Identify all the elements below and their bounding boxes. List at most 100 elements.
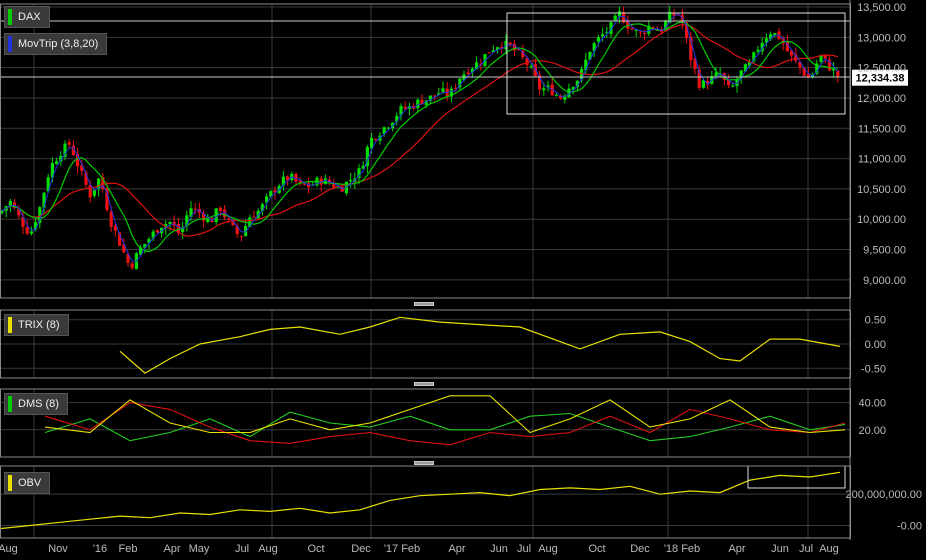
x-tick-label: Jul bbox=[799, 543, 813, 555]
dms-line-1 bbox=[44, 402, 846, 446]
x-tick-label: Apr bbox=[163, 543, 180, 555]
candle-body bbox=[617, 11, 621, 17]
x-tick-label: Dec bbox=[630, 543, 650, 555]
candle-body bbox=[714, 72, 718, 77]
candle-body bbox=[29, 231, 33, 234]
price-tick-label: 10,500.00 bbox=[857, 184, 906, 196]
candle-body bbox=[638, 31, 642, 33]
trix-color-swatch bbox=[8, 317, 12, 333]
candle-body bbox=[596, 37, 600, 42]
price-tick-label: 9,000.00 bbox=[863, 275, 906, 287]
price-tick-label: 12,000.00 bbox=[857, 93, 906, 105]
x-tick-label: Apr bbox=[448, 543, 465, 555]
x-tick-label: Dec bbox=[351, 543, 371, 555]
obv-tick-label: 200,000,000.00 bbox=[846, 489, 922, 501]
x-tick-label: Aug bbox=[538, 543, 558, 555]
x-tick-label: Apr bbox=[728, 543, 745, 555]
chart-area: 12,334.38 Aug Nov '16 Feb Apr May Jul Aug Oct Dec… bbox=[0, 0, 922, 555]
candle-body bbox=[349, 179, 353, 182]
price-tick-label: 11,500.00 bbox=[858, 123, 906, 135]
candle-body bbox=[630, 28, 634, 30]
trix-panel bbox=[119, 316, 841, 374]
price-tick-label: 11,000.00 bbox=[858, 154, 906, 166]
dms-tick-label: 40.00 bbox=[858, 398, 886, 410]
candle-body bbox=[155, 230, 159, 233]
x-tick-label: '16 bbox=[93, 543, 107, 555]
candle-body bbox=[206, 218, 210, 223]
x-tick-label: Aug bbox=[258, 543, 278, 555]
dms-line-0 bbox=[44, 411, 846, 442]
candle-body bbox=[416, 99, 420, 108]
obv-color-swatch bbox=[8, 475, 12, 491]
trix-line bbox=[119, 316, 841, 374]
trix-legend[interactable]: TRIX (8) bbox=[4, 314, 69, 336]
dms-legend-label: DMS (8) bbox=[18, 398, 59, 410]
candle-body bbox=[441, 88, 445, 93]
selection-box[interactable] bbox=[506, 12, 846, 115]
x-tick-label: Jun bbox=[771, 543, 789, 555]
price-panel: 12,334.38 bbox=[0, 5, 908, 271]
panel-frame bbox=[0, 388, 851, 458]
panel-frames bbox=[0, 0, 851, 540]
candle-body bbox=[554, 94, 558, 96]
dms-legend[interactable]: DMS (8) bbox=[4, 393, 68, 415]
price-tick-label: 13,500.00 bbox=[857, 2, 906, 14]
x-tick-label: '18 Feb bbox=[664, 543, 700, 555]
overlay-legend[interactable]: MovTrip (3,8,20) bbox=[4, 33, 108, 55]
obv-tick-label: -0.00 bbox=[897, 520, 922, 532]
candle-body bbox=[643, 32, 647, 34]
x-tick-label: Jun bbox=[490, 543, 508, 555]
candle-body bbox=[756, 49, 760, 52]
candle-body bbox=[731, 85, 735, 87]
candle-body bbox=[370, 138, 374, 149]
overlay-legend-label: MovTrip (3,8,20) bbox=[18, 38, 99, 50]
price-legend[interactable]: DAX bbox=[4, 6, 50, 28]
x-tick-label: Feb bbox=[119, 543, 138, 555]
trix-tick-label: 0.00 bbox=[865, 339, 886, 351]
dms-tick-label: 20.00 bbox=[858, 425, 886, 437]
price-tick-label: 9,500.00 bbox=[863, 245, 906, 257]
candle-body bbox=[487, 52, 491, 54]
candle-body bbox=[466, 72, 470, 75]
x-tick-label: Nov bbox=[48, 543, 68, 555]
candle-body bbox=[529, 65, 533, 67]
x-tick-label: '17 Feb bbox=[384, 543, 420, 555]
obv-line bbox=[0, 471, 841, 530]
price-legend-label: DAX bbox=[18, 11, 41, 23]
panel-frame bbox=[0, 465, 851, 539]
x-tick-label: Oct bbox=[307, 543, 324, 555]
trix-tick-label: -0.50 bbox=[861, 363, 886, 375]
trix-tick-label: 0.50 bbox=[865, 315, 886, 327]
x-tick-label: Jul bbox=[235, 543, 249, 555]
candle-body bbox=[294, 173, 298, 182]
dms-color-swatch bbox=[8, 396, 12, 412]
candle-body bbox=[88, 185, 92, 198]
obv-legend-label: OBV bbox=[18, 477, 42, 489]
candle-body bbox=[218, 207, 222, 211]
fast-moving-average bbox=[1, 21, 838, 253]
obv-legend[interactable]: OBV bbox=[4, 472, 51, 494]
slow-moving-average bbox=[1, 24, 838, 237]
x-tick-label: Jul bbox=[517, 543, 531, 555]
candle-body bbox=[613, 15, 617, 21]
candle-body bbox=[701, 80, 705, 88]
candle-body bbox=[252, 216, 256, 218]
price-tick-label: 10,000.00 bbox=[857, 214, 906, 226]
x-tick-label: Aug bbox=[0, 543, 18, 555]
gridlines bbox=[0, 4, 850, 538]
trix-legend-label: TRIX (8) bbox=[18, 319, 60, 331]
candle-body bbox=[542, 88, 546, 91]
candle-body bbox=[832, 68, 836, 71]
obv-selection-box[interactable] bbox=[747, 465, 846, 489]
dax-color-swatch bbox=[8, 9, 12, 25]
candle-body bbox=[227, 218, 231, 220]
movtrip-color-swatch bbox=[8, 36, 12, 52]
candle-body bbox=[374, 138, 378, 140]
candle-body bbox=[67, 142, 71, 145]
candle-body bbox=[403, 106, 407, 109]
dms-panel bbox=[44, 395, 846, 446]
x-tick-label: May bbox=[189, 543, 210, 555]
price-tick-label: 13,000.00 bbox=[857, 32, 906, 44]
dms-line-2 bbox=[44, 395, 846, 434]
x-tick-label: Aug bbox=[819, 543, 839, 555]
